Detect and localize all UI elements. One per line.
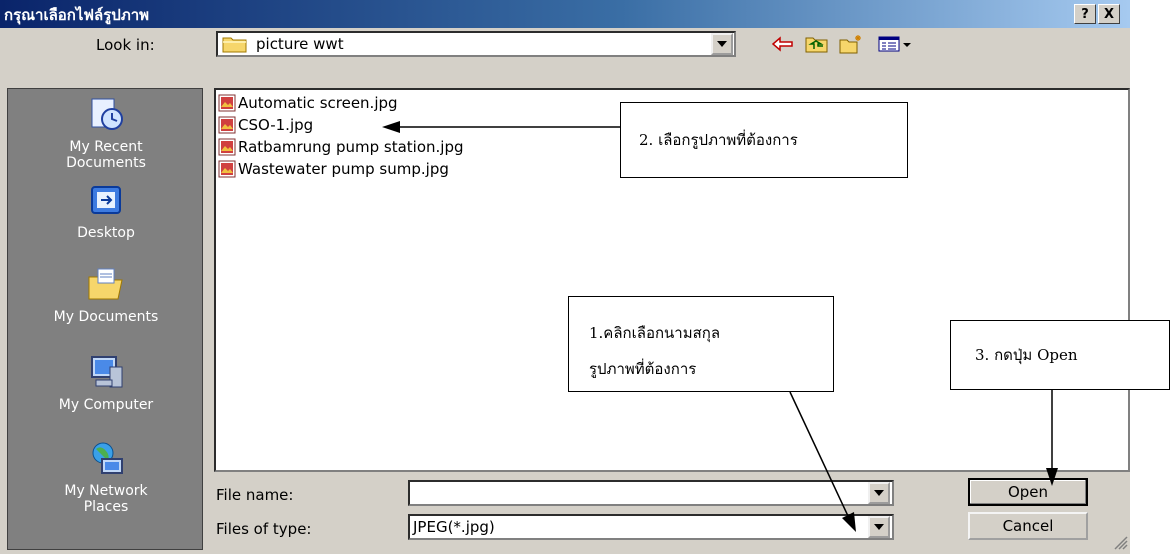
file-name: Automatic screen.jpg <box>238 94 398 112</box>
file-type-dropdown-button[interactable] <box>868 516 890 538</box>
recent-documents-icon <box>91 98 123 130</box>
file-type-label: Files of type: <box>216 520 312 538</box>
annotation-step-1: 1.คลิกเลือกนามสกุล รูปภาพที่ต้องการ <box>568 296 834 392</box>
file-type-select[interactable]: JPEG(*.jpg) <box>408 514 894 540</box>
place-label: My Computer <box>58 397 154 413</box>
look-in-label: Look in: <box>96 36 155 54</box>
place-label: Desktop <box>77 225 135 241</box>
place-label-2: Places <box>83 499 129 515</box>
jpg-file-icon <box>218 138 236 156</box>
file-type-value: JPEG(*.jpg) <box>413 518 495 536</box>
place-label: My Documents <box>53 309 159 325</box>
title-bar[interactable]: กรุณาเลือกไฟล์รูปภาพ ? X <box>0 0 1130 28</box>
jpg-file-icon <box>218 116 236 134</box>
jpg-file-icon <box>218 160 236 178</box>
look-in-dropdown-button[interactable] <box>711 33 733 55</box>
my-computer-icon <box>91 356 123 388</box>
open-button-label: Open <box>1007 483 1049 501</box>
close-icon: X <box>1103 6 1115 22</box>
annotation-step-1-line-2: รูปภาพที่ต้องการ <box>589 360 697 378</box>
cancel-button-label: Cancel <box>1002 517 1054 535</box>
resize-grip-icon[interactable] <box>1110 532 1128 550</box>
close-button[interactable]: X <box>1098 4 1120 24</box>
look-in-dropdown[interactable]: picture wwt <box>216 31 736 57</box>
file-item[interactable]: Ratbamrung pump station.jpg <box>218 136 464 158</box>
place-label: My Network <box>64 483 148 499</box>
cancel-button[interactable]: Cancel <box>968 512 1088 540</box>
annotation-step-2: 2. เลือกรูปภาพที่ต้องการ <box>620 102 908 178</box>
file-name: Ratbamrung pump station.jpg <box>238 138 464 156</box>
annotation-step-3: 3. กดปุ่ม Open <box>950 320 1170 390</box>
my-documents-icon <box>88 268 123 300</box>
new-folder-icon <box>839 35 861 54</box>
file-name: Wastewater pump sump.jpg <box>238 160 449 178</box>
file-item[interactable]: CSO-1.jpg <box>218 114 313 136</box>
file-name-input[interactable] <box>408 480 894 506</box>
view-menu-icon <box>878 36 911 52</box>
back-arrow-icon <box>772 36 793 52</box>
help-button[interactable]: ? <box>1074 4 1096 24</box>
place-desktop[interactable]: Desktop <box>8 181 204 241</box>
file-name: CSO-1.jpg <box>238 116 314 134</box>
up-folder-button[interactable] <box>804 33 830 55</box>
place-label: My Recent <box>69 139 143 155</box>
folder-icon <box>222 37 247 53</box>
file-open-dialog: กรุณาเลือกไฟล์รูปภาพ ? X Look in: pictur… <box>0 0 1130 554</box>
places-bar: My Recent Documents Desktop My Documents <box>7 88 203 550</box>
file-item[interactable]: Wastewater pump sump.jpg <box>218 158 449 180</box>
jpg-file-icon <box>218 94 236 112</box>
dialog-title: กรุณาเลือกไฟล์รูปภาพ <box>4 6 150 24</box>
chevron-down-icon <box>717 41 727 47</box>
look-in-value: picture wwt <box>256 35 344 53</box>
place-my-network-places[interactable]: My Network Places <box>8 439 204 515</box>
desktop-icon <box>91 186 121 214</box>
file-name-label: File name: <box>216 486 294 504</box>
views-menu-button[interactable] <box>876 33 916 55</box>
annotation-step-3-text: 3. กดปุ่ม Open <box>975 346 1078 364</box>
file-item[interactable]: Automatic screen.jpg <box>218 92 398 114</box>
open-button[interactable]: Open <box>968 478 1088 506</box>
file-name-dropdown-button[interactable] <box>868 482 890 504</box>
place-my-documents[interactable]: My Documents <box>8 265 204 325</box>
place-my-computer[interactable]: My Computer <box>8 353 204 413</box>
chevron-down-icon <box>874 490 884 496</box>
annotation-step-2-text: 2. เลือกรูปภาพที่ต้องการ <box>639 131 798 149</box>
new-folder-button[interactable] <box>838 33 864 55</box>
network-places-icon <box>92 442 123 474</box>
annotation-step-1-line-1: 1.คลิกเลือกนามสกุล <box>589 324 721 342</box>
place-label-2: Documents <box>66 155 146 171</box>
place-my-recent-documents[interactable]: My Recent Documents <box>8 95 204 171</box>
help-button-label: ? <box>1081 6 1089 22</box>
up-folder-icon <box>805 37 828 53</box>
back-button[interactable] <box>770 33 796 55</box>
chevron-down-icon <box>874 524 884 530</box>
